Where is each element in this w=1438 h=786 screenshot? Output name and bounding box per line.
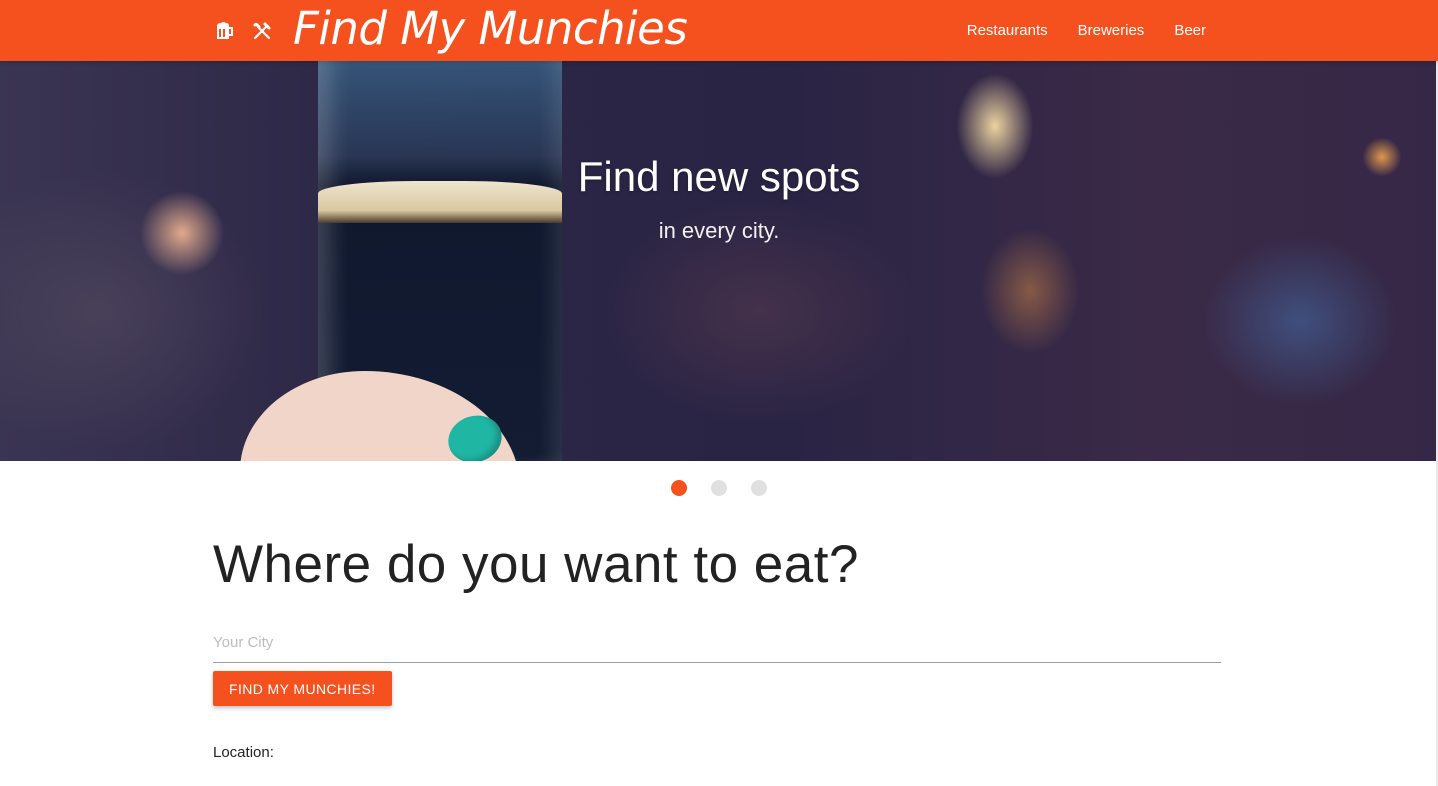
brand-title: Find My Munchies bbox=[293, 2, 688, 55]
find-munchies-button[interactable]: FIND MY MUNCHIES! bbox=[213, 671, 392, 706]
nav-link-beer[interactable]: Beer bbox=[1174, 22, 1206, 39]
top-navbar: Find My Munchies Restaurants Breweries B… bbox=[0, 0, 1438, 61]
page-heading: Where do you want to eat? bbox=[213, 535, 859, 594]
brand-logo-link[interactable]: Find My Munchies bbox=[213, 0, 688, 61]
slider-indicators bbox=[0, 480, 1438, 496]
slider-dot-1[interactable] bbox=[671, 480, 687, 496]
search-section: Where do you want to eat? FIND MY MUNCHI… bbox=[213, 525, 1221, 761]
slider-dot-2[interactable] bbox=[711, 480, 727, 496]
fork-knife-icon bbox=[251, 20, 273, 42]
nav-link-restaurants[interactable]: Restaurants bbox=[967, 22, 1048, 39]
beer-mug-icon bbox=[213, 20, 235, 42]
slider-dot-3[interactable] bbox=[751, 480, 767, 496]
city-input[interactable] bbox=[213, 623, 1221, 663]
nav-link-breweries[interactable]: Breweries bbox=[1078, 22, 1145, 39]
hero-subtitle: in every city. bbox=[658, 218, 780, 243]
hero-slider[interactable]: Find new spots in every city. bbox=[0, 61, 1438, 461]
location-label: Location: bbox=[213, 744, 274, 761]
nav-links: Restaurants Breweries Beer bbox=[937, 0, 1206, 61]
hero-title: Find new spots bbox=[577, 153, 861, 200]
